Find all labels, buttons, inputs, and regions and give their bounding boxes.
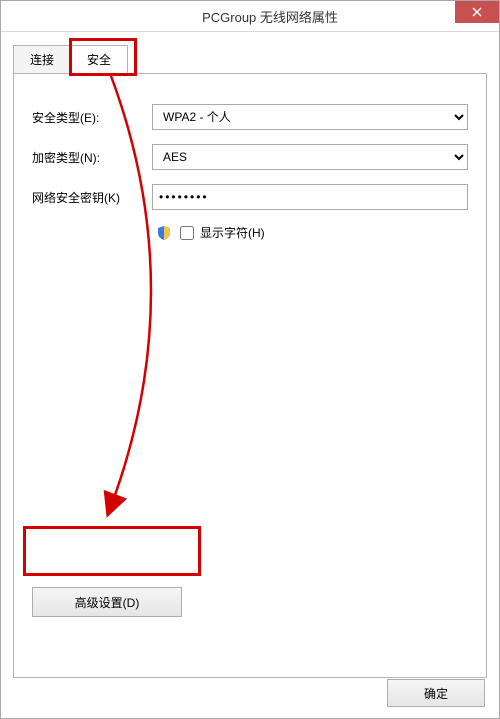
encryption-type-label: 加密类型(N): — [32, 149, 152, 166]
encryption-type-select[interactable]: AES — [152, 144, 468, 170]
row-show-characters: 显示字符(H) — [32, 224, 468, 241]
title-bar: PCGroup 无线网络属性 — [1, 1, 499, 32]
tab-connect[interactable]: 连接 — [13, 45, 71, 74]
tab-connect-label: 连接 — [30, 53, 54, 67]
show-characters-label: 显示字符(H) — [200, 224, 265, 241]
security-type-label: 安全类型(E): — [32, 109, 152, 126]
security-type-select[interactable]: WPA2 - 个人 — [152, 104, 468, 130]
ok-button-label: 确定 — [424, 687, 448, 701]
client-area: 连接 安全 安全类型(E): WPA2 - 个人 加密类型(N): AES — [1, 32, 499, 719]
show-characters-checkbox[interactable] — [180, 226, 194, 240]
advanced-settings-label: 高级设置(D) — [75, 596, 140, 610]
row-network-key: 网络安全密钥(K) — [32, 184, 468, 210]
ok-button[interactable]: 确定 — [387, 679, 485, 707]
tab-security[interactable]: 安全 — [70, 45, 128, 74]
tab-panel-security: 安全类型(E): WPA2 - 个人 加密类型(N): AES 网络安全密钥(K… — [13, 73, 487, 678]
tab-strip: 连接 安全 — [13, 44, 487, 73]
close-icon — [472, 7, 482, 17]
tab-security-label: 安全 — [87, 53, 111, 67]
network-key-input[interactable] — [152, 184, 468, 210]
row-encryption-type: 加密类型(N): AES — [32, 144, 468, 170]
dialog-window: PCGroup 无线网络属性 连接 安全 安全类型(E): WPA2 - 个人 — [0, 0, 500, 719]
shield-icon — [156, 225, 172, 241]
network-key-label: 网络安全密钥(K) — [32, 189, 152, 206]
advanced-button-wrap: 高级设置(D) — [32, 587, 182, 617]
dialog-footer: 确定 — [387, 679, 485, 707]
advanced-settings-button[interactable]: 高级设置(D) — [32, 587, 182, 617]
close-button[interactable] — [455, 1, 499, 23]
row-security-type: 安全类型(E): WPA2 - 个人 — [32, 104, 468, 130]
window-title: PCGroup 无线网络属性 — [1, 7, 499, 26]
